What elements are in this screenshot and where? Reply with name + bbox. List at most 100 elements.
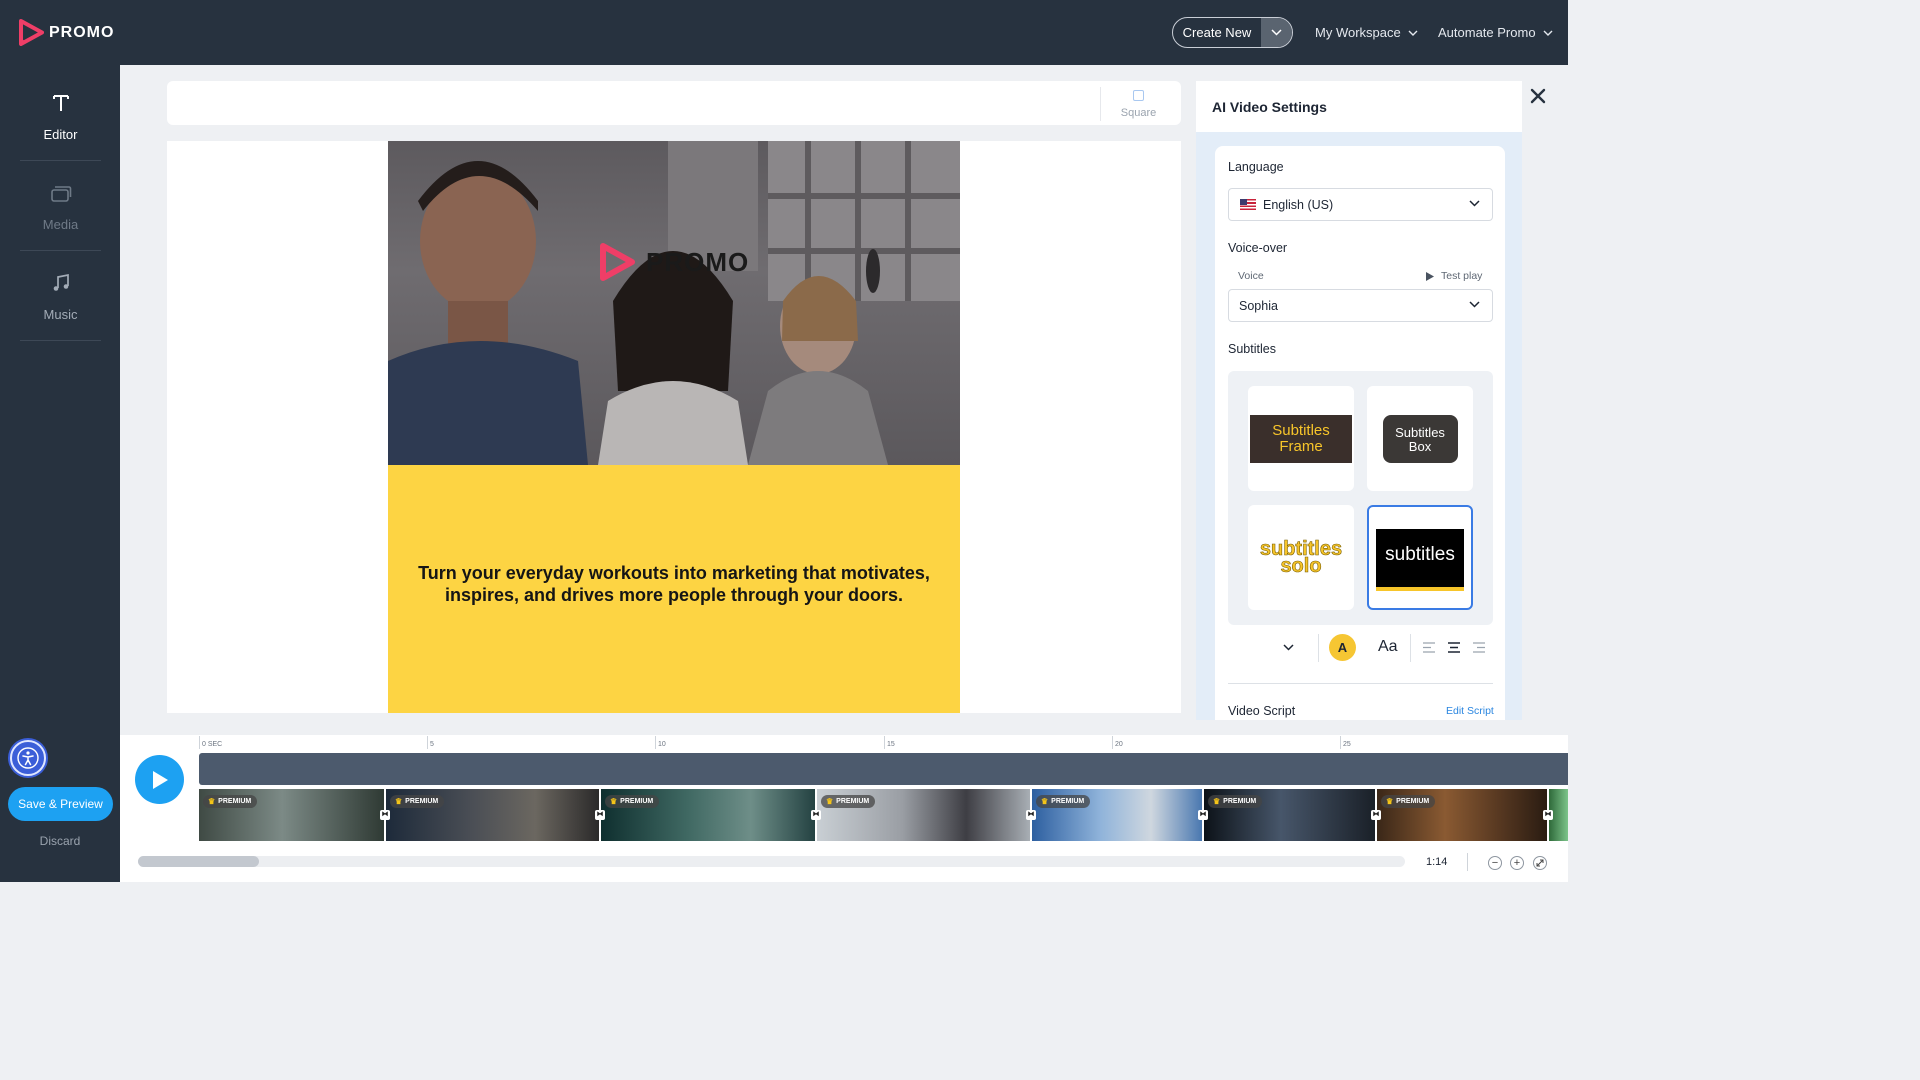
chevron-down-icon: [1543, 30, 1553, 36]
align-center-icon[interactable]: [1448, 642, 1460, 653]
crown-icon: ♛: [826, 797, 834, 806]
create-new-button[interactable]: Create New: [1172, 17, 1293, 48]
transition-icon[interactable]: ⧓: [595, 810, 605, 820]
premium-badge: ♛ PREMIUM: [203, 795, 258, 808]
play-button[interactable]: [135, 755, 184, 804]
settings-title: AI Video Settings: [1212, 99, 1327, 115]
transition-icon[interactable]: ⧓: [1026, 810, 1036, 820]
test-play-button[interactable]: Test play: [1426, 270, 1482, 282]
crown-icon: ♛: [610, 797, 618, 806]
subtitle-style-frame[interactable]: Subtitles Frame: [1248, 386, 1354, 491]
automate-promo-label: Automate Promo: [1438, 25, 1536, 40]
sidebar-item-editor[interactable]: Editor: [20, 71, 101, 161]
subtitle-color-button[interactable]: A: [1329, 634, 1356, 661]
top-bar: PROMO Create New My Workspace Automate P…: [0, 0, 1568, 65]
automate-promo-menu[interactable]: Automate Promo: [1438, 25, 1553, 40]
language-value: English (US): [1263, 197, 1334, 212]
divider: [1467, 853, 1468, 871]
transition-icon[interactable]: ⧓: [380, 810, 390, 820]
video-preview[interactable]: PROMO Turn your everyday workouts into m…: [388, 141, 960, 713]
divider: [1410, 634, 1411, 662]
premium-badge: ♛ PREMIUM: [1381, 795, 1436, 808]
us-flag-icon: [1240, 199, 1256, 210]
video-photo: PROMO: [388, 141, 960, 465]
video-script-label: Video Script: [1228, 704, 1296, 718]
timeline-clip[interactable]: ♛ PREMIUM: [817, 789, 1030, 841]
chevron-down-icon[interactable]: [1283, 644, 1294, 651]
video-caption[interactable]: Turn your everyday workouts into marketi…: [414, 562, 934, 606]
transition-icon[interactable]: ⧓: [811, 810, 821, 820]
ruler-label: 15: [887, 741, 895, 748]
app-logo[interactable]: PROMO: [18, 19, 114, 46]
close-icon[interactable]: [1528, 86, 1548, 106]
timeline-clip[interactable]: ♛ PREMIUM: [1204, 789, 1375, 841]
format-square-option[interactable]: Square: [1100, 87, 1176, 121]
sidebar-item-label: Music: [43, 307, 78, 322]
sidebar-item-music[interactable]: Music: [20, 251, 101, 341]
audio-track[interactable]: [199, 753, 1568, 785]
subtitle-style-label: subtitles solo: [1259, 537, 1343, 577]
font-style-button[interactable]: Aa: [1378, 638, 1398, 656]
my-workspace-label: My Workspace: [1315, 25, 1401, 40]
voice-value: Sophia: [1239, 298, 1278, 313]
zoom-in-icon[interactable]: +: [1510, 856, 1524, 870]
timeline-clip[interactable]: ♛ PREMIUM: [1377, 789, 1547, 841]
music-icon: [20, 273, 101, 297]
zoom-out-icon[interactable]: −: [1488, 856, 1502, 870]
ruler-label: 5: [430, 741, 434, 748]
timeline-clip[interactable]: ♛ PREMIUM: [199, 789, 384, 841]
subtitle-style-bar[interactable]: subtitles: [1367, 505, 1473, 610]
timeline-clip[interactable]: ♛ PREMIUM: [386, 789, 599, 841]
subtitle-style-box[interactable]: Subtitles Box: [1367, 386, 1473, 491]
subtitle-toolbar: A Aa: [1228, 630, 1493, 666]
save-preview-button[interactable]: Save & Preview: [8, 787, 113, 821]
accessibility-button[interactable]: [10, 740, 46, 776]
language-select[interactable]: English (US): [1228, 188, 1493, 221]
play-icon: [152, 770, 168, 789]
ruler-tick: [884, 736, 885, 749]
ruler-tick: [655, 736, 656, 749]
discard-link[interactable]: Discard: [0, 834, 120, 848]
caption-panel: Turn your everyday workouts into marketi…: [388, 465, 960, 713]
align-left-icon[interactable]: [1423, 642, 1435, 653]
ruler-tick: [427, 736, 428, 749]
transition-icon[interactable]: ⧓: [1543, 810, 1553, 820]
align-right-icon[interactable]: [1473, 642, 1485, 653]
ruler-label: 0 SEC: [202, 741, 223, 748]
transition-icon[interactable]: ⧓: [1198, 810, 1208, 820]
my-workspace-menu[interactable]: My Workspace: [1315, 25, 1418, 40]
transition-icon[interactable]: ⧓: [1371, 810, 1381, 820]
subtitles-label: Subtitles: [1228, 342, 1276, 356]
chevron-down-icon: [1469, 200, 1480, 207]
voice-select[interactable]: Sophia: [1228, 289, 1493, 322]
crown-icon: ♛: [1213, 797, 1221, 806]
media-icon: [20, 183, 101, 207]
subtitle-style-label: Subtitles Frame: [1250, 414, 1352, 463]
create-new-label: Create New: [1182, 25, 1252, 40]
sidebar-item-media[interactable]: Media: [20, 161, 101, 251]
timeline-clip[interactable]: ♛ PREMIUM: [601, 789, 815, 841]
ruler-label: 25: [1343, 741, 1351, 748]
chevron-down-icon[interactable]: [1261, 18, 1292, 47]
ruler-tick: [1112, 736, 1113, 749]
sidebar-item-label: Media: [42, 217, 79, 232]
timeline-clip[interactable]: ♛ PREMIUM: [1032, 789, 1202, 841]
timeline-scrollbar[interactable]: [138, 856, 1405, 867]
promo-logo-icon: [19, 19, 44, 46]
subtitle-style-grid: Subtitles Frame Subtitles Box subtitles …: [1228, 371, 1493, 625]
divider: [1318, 634, 1319, 662]
ruler-tick: [199, 736, 200, 749]
chevron-down-icon: [1408, 30, 1418, 36]
crown-icon: ♛: [208, 797, 216, 806]
edit-script-link[interactable]: Edit Script: [1446, 705, 1494, 717]
ruler-label: 20: [1115, 741, 1123, 748]
premium-badge: ♛ PREMIUM: [1208, 795, 1263, 808]
scrollbar-thumb[interactable]: [138, 856, 259, 867]
ruler-tick: [1340, 736, 1341, 749]
video-brand-word: PROMO: [646, 246, 750, 277]
video-brand-logo: PROMO: [598, 242, 749, 282]
fit-to-screen-icon[interactable]: [1533, 856, 1547, 870]
promo-logo-icon: [600, 243, 635, 281]
square-icon: [1133, 90, 1144, 101]
subtitle-style-solo[interactable]: subtitles solo: [1248, 505, 1354, 610]
